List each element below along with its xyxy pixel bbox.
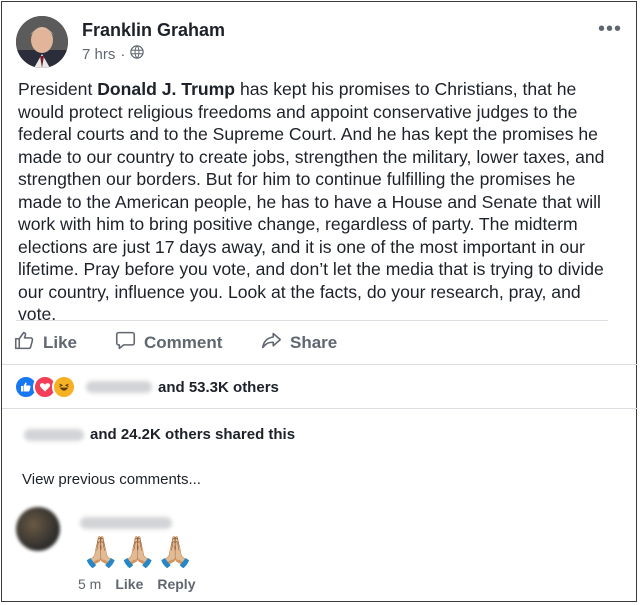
post-text-start: President (18, 79, 98, 99)
comment-bubble-icon (115, 330, 136, 356)
post-meta: 7 hrs · (82, 45, 145, 63)
post-time[interactable]: 7 hrs (82, 46, 115, 63)
share-button[interactable]: Share (261, 326, 337, 360)
post-actions: Like Comment Share (2, 326, 638, 360)
divider (2, 408, 638, 409)
share-arrow-icon (261, 330, 282, 356)
praying-hands-emoji: 🙏🏼🙏🏼🙏🏼 (82, 536, 195, 569)
comment-reply-link[interactable]: Reply (157, 576, 195, 592)
post-text: President Donald J. Trump has kept his p… (18, 78, 618, 326)
reactions-summary[interactable]: and 53.3K others (14, 375, 279, 399)
like-label: Like (43, 333, 78, 352)
post-text-rest: has kept his promises to Christians, tha… (18, 79, 605, 324)
post-card: Franklin Graham 7 hrs · ••• President Do… (1, 1, 638, 602)
author-name[interactable]: Franklin Graham (82, 20, 225, 41)
blurred-reactor-name (86, 381, 152, 393)
globe-icon (130, 45, 145, 63)
author-avatar[interactable] (16, 16, 68, 68)
shares-count: and 24.2K others shared this (90, 426, 296, 443)
divider (16, 320, 608, 321)
ellipsis-icon: ••• (597, 18, 622, 40)
haha-reaction-icon (52, 375, 76, 399)
like-button[interactable]: Like (14, 326, 77, 360)
comment-label: Comment (144, 333, 223, 352)
commenter-avatar[interactable] (16, 507, 60, 551)
shares-summary[interactable]: and 24.2K others shared this (24, 426, 295, 443)
blurred-commenter-name (80, 517, 172, 529)
commenter-name[interactable] (80, 516, 172, 534)
share-label: Share (290, 333, 338, 352)
comment-body: 🙏🏼🙏🏼🙏🏼 (82, 536, 194, 570)
reactions-count: and 53.3K others (158, 378, 279, 396)
comment-time: 5 m (78, 576, 102, 592)
comment-button[interactable]: Comment (115, 326, 222, 360)
comment-meta: 5 m Like Reply (78, 576, 195, 592)
mentioned-name[interactable]: Donald J. Trump (97, 79, 235, 99)
view-previous-comments-link[interactable]: View previous comments... (22, 471, 201, 488)
divider (2, 364, 638, 365)
avatar-portrait-icon (16, 16, 68, 68)
blurred-sharer-name (24, 428, 84, 441)
comment-like-link[interactable]: Like (115, 576, 143, 592)
thumbs-up-icon (14, 330, 35, 356)
more-options-button[interactable]: ••• (598, 18, 622, 41)
meta-dot: · (120, 45, 126, 63)
